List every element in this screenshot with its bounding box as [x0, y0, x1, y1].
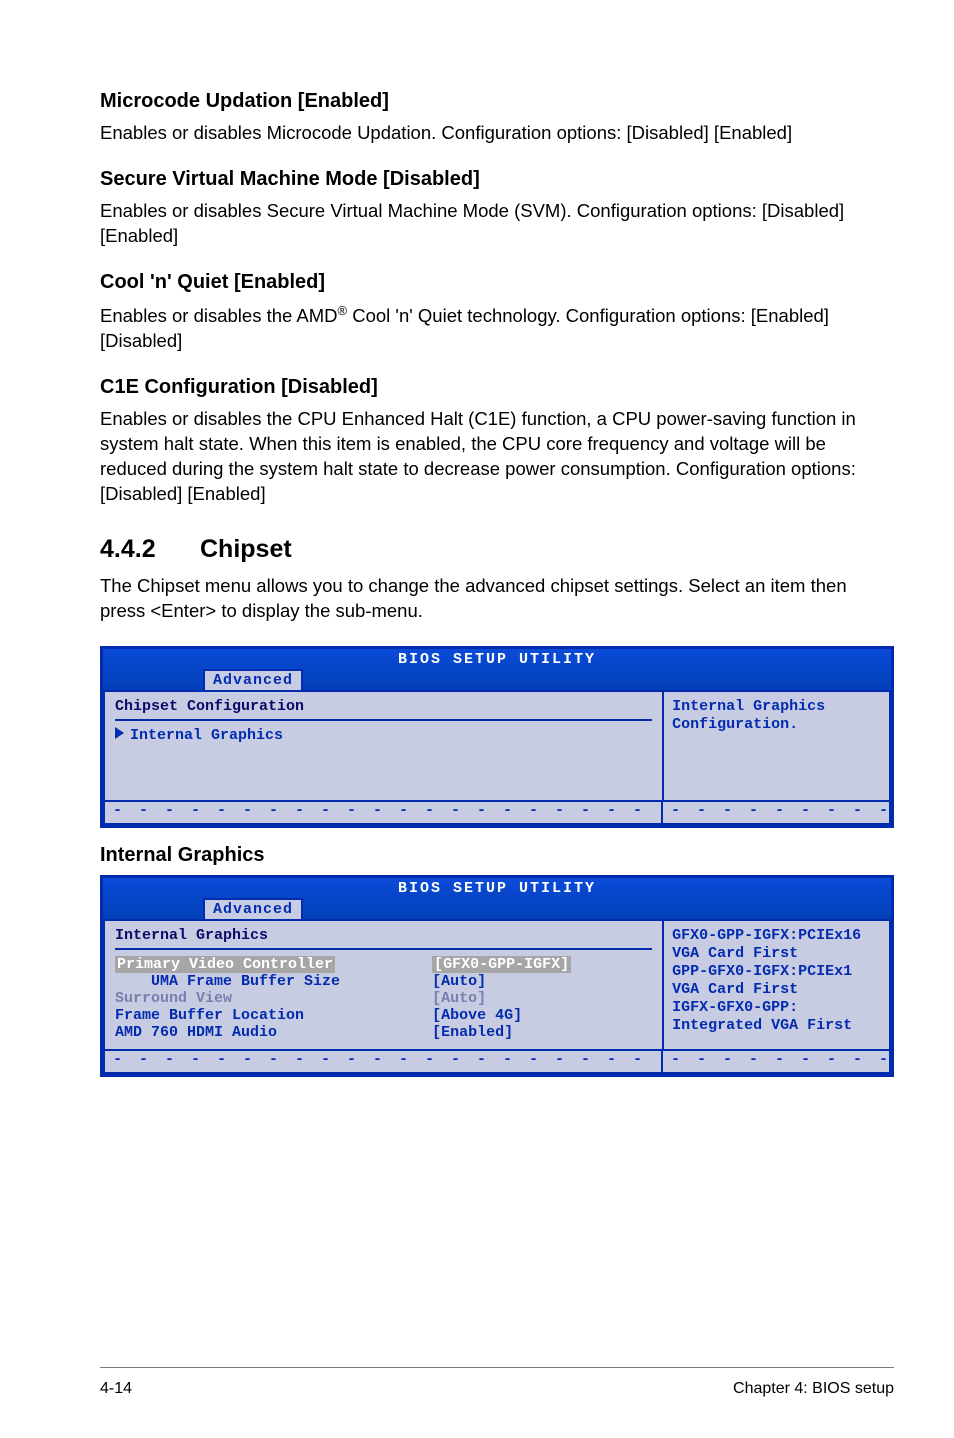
footer-page-num: 4-14 — [100, 1380, 132, 1398]
bios-help-line: GPP-GFX0-IGFX:PCIEx1 — [672, 963, 881, 981]
bios-help-line: IGFX-GFX0-GPP: — [672, 999, 881, 1017]
bios-title-2: BIOS SETUP UTILITY — [103, 878, 891, 898]
bios-help-pane: Internal Graphics Configuration. — [664, 690, 891, 802]
bios-tab-advanced-2[interactable]: Advanced — [203, 898, 303, 919]
page-footer: 4-14 Chapter 4: BIOS setup — [100, 1367, 894, 1398]
bios-header-2: BIOS SETUP UTILITY Advanced — [103, 878, 891, 919]
cnq-title: Cool 'n' Quiet [Enabled] — [100, 271, 894, 294]
bios-help-line: VGA Card First — [672, 981, 881, 999]
bios-help-line2: Configuration. — [672, 716, 881, 734]
microcode-body: Enables or disables Microcode Updation. … — [100, 121, 894, 146]
bios-help-line: GFX0-GPP-IGFX:PCIEx16 — [672, 927, 881, 945]
chipset-intro: The Chipset menu allows you to change th… — [100, 574, 894, 624]
bios-main-pane: Chipset Configuration Internal Graphics — [103, 690, 664, 802]
bios-item-internal-graphics[interactable]: Internal Graphics — [115, 727, 652, 744]
bios-setting-value: [Auto] — [432, 990, 652, 1007]
svm-body: Enables or disables Secure Virtual Machi… — [100, 199, 894, 249]
bios-dashes: - - - - - - - - - - - - - - - - - - - - … — [103, 802, 891, 825]
bios-setting-label: AMD 760 HDMI Audio — [115, 1024, 432, 1041]
bios-setting-value: [Enabled] — [432, 1024, 652, 1041]
chipset-heading: 4.4.2Chipset — [100, 535, 894, 564]
bios-setting-label: UMA Frame Buffer Size — [115, 973, 432, 990]
bios-help-line: Integrated VGA First — [672, 1017, 881, 1035]
bios-group-title: Chipset Configuration — [115, 698, 652, 715]
bios-setting-label: Surround View — [115, 990, 432, 1007]
bios-help-line: VGA Card First — [672, 945, 881, 963]
bios-tab-advanced[interactable]: Advanced — [203, 669, 303, 690]
ig-heading: Internal Graphics — [100, 844, 894, 867]
chipset-num: 4.4.2 — [100, 535, 200, 564]
microcode-title: Microcode Updation [Enabled] — [100, 90, 894, 113]
bios-title: BIOS SETUP UTILITY — [103, 649, 891, 669]
bios-setting-row[interactable]: Primary Video Controller[GFX0-GPP-IGFX] — [115, 956, 652, 973]
bios-panel-internal-graphics: BIOS SETUP UTILITY Advanced Internal Gra… — [100, 875, 894, 1077]
svm-title: Secure Virtual Machine Mode [Disabled] — [100, 168, 894, 191]
bios-item-label: Internal Graphics — [130, 727, 283, 744]
bios-setting-value: [Auto] — [432, 973, 652, 990]
registered-symbol: ® — [338, 303, 348, 318]
bios-group-title-2: Internal Graphics — [115, 927, 652, 944]
bios-setting-row[interactable]: Frame Buffer Location[Above 4G] — [115, 1007, 652, 1024]
cnq-body-pre: Enables or disables the AMD — [100, 305, 338, 326]
cnq-body: Enables or disables the AMD® Cool 'n' Qu… — [100, 302, 894, 354]
c1e-body: Enables or disables the CPU Enhanced Hal… — [100, 407, 894, 507]
chipset-title: Chipset — [200, 535, 292, 563]
triangle-icon — [115, 727, 124, 739]
bios-main-pane-2: Internal Graphics Primary Video Controll… — [103, 919, 664, 1051]
footer-chapter: Chapter 4: BIOS setup — [733, 1380, 894, 1398]
bios-setting-row[interactable]: Surround View[Auto] — [115, 990, 652, 1007]
bios-setting-value: [GFX0-GPP-IGFX] — [432, 956, 652, 973]
bios-setting-label: Frame Buffer Location — [115, 1007, 432, 1024]
bios-setting-value: [Above 4G] — [432, 1007, 652, 1024]
bios-panel-chipset: BIOS SETUP UTILITY Advanced Chipset Conf… — [100, 646, 894, 828]
c1e-title: C1E Configuration [Disabled] — [100, 376, 894, 399]
bios-dashes-2: - - - - - - - - - - - - - - - - - - - - … — [103, 1051, 891, 1074]
bios-help-pane-2: GFX0-GPP-IGFX:PCIEx16VGA Card FirstGPP-G… — [664, 919, 891, 1051]
bios-header: BIOS SETUP UTILITY Advanced — [103, 649, 891, 690]
bios-setting-row[interactable]: AMD 760 HDMI Audio[Enabled] — [115, 1024, 652, 1041]
bios-setting-row[interactable]: UMA Frame Buffer Size[Auto] — [115, 973, 652, 990]
bios-help-line1: Internal Graphics — [672, 698, 881, 716]
bios-setting-label: Primary Video Controller — [115, 956, 432, 973]
